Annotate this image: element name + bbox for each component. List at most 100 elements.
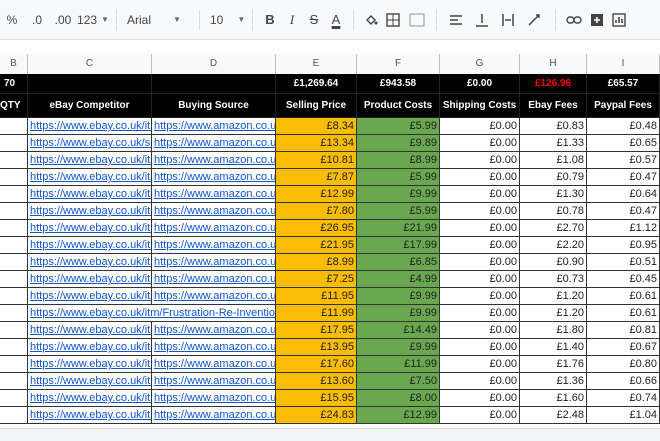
paypal-fee-cell[interactable]: £0.45 — [587, 271, 660, 288]
selling-price-cell[interactable]: £10.81 — [276, 152, 357, 169]
shipping-cost-cell[interactable]: £0.00 — [440, 390, 520, 407]
italic-button[interactable]: I — [281, 6, 303, 34]
product-cost-cell[interactable]: £12.99 — [357, 407, 440, 424]
product-cost-cell[interactable]: £7.50 — [357, 373, 440, 390]
qty-cell[interactable] — [0, 118, 28, 135]
ebay-fee-cell[interactable]: £1.60 — [520, 390, 587, 407]
total-cell[interactable] — [28, 74, 152, 94]
ebay-competitor-link[interactable]: https://www.ebay.co.uk/itm — [28, 118, 152, 135]
ebay-competitor-link[interactable]: https://www.ebay.co.uk/itm — [28, 220, 152, 237]
total-product-costs-cell[interactable]: £943.58 — [357, 74, 440, 94]
shipping-cost-cell[interactable]: £0.00 — [440, 322, 520, 339]
shipping-cost-cell[interactable]: £0.00 — [440, 356, 520, 373]
bold-button[interactable]: B — [259, 6, 281, 34]
qty-cell[interactable] — [0, 152, 28, 169]
paypal-fee-cell[interactable]: £0.80 — [587, 356, 660, 373]
shipping-cost-cell[interactable]: £0.00 — [440, 237, 520, 254]
paypal-fee-cell[interactable]: £0.47 — [587, 169, 660, 186]
column-header-e[interactable]: E — [276, 54, 357, 74]
product-cost-cell[interactable]: £11.99 — [357, 356, 440, 373]
buying-source-link[interactable]: https://www.amazon.co.uk — [152, 118, 276, 135]
qty-header[interactable]: QTY — [0, 94, 28, 118]
font-size-select[interactable]: 10 ▼ — [206, 6, 246, 34]
ebay-competitor-link[interactable]: https://www.ebay.co.uk/itm — [28, 339, 152, 356]
ebay-competitor-link[interactable]: https://www.ebay.co.uk/itm — [28, 254, 152, 271]
ebay-competitor-link[interactable]: https://www.ebay.co.uk/sch — [28, 135, 152, 152]
ebay-competitor-link[interactable]: https://www.ebay.co.uk/itm — [28, 390, 152, 407]
selling-price-cell[interactable]: £24.83 — [276, 407, 357, 424]
product-cost-cell[interactable]: £14.49 — [357, 322, 440, 339]
total-shipping-costs-cell[interactable]: £0.00 — [440, 74, 520, 94]
ebay-fee-cell[interactable]: £1.76 — [520, 356, 587, 373]
selling-price-cell[interactable]: £26.95 — [276, 220, 357, 237]
shipping-cost-cell[interactable]: £0.00 — [440, 407, 520, 424]
qty-cell[interactable] — [0, 254, 28, 271]
column-header-d[interactable]: D — [152, 54, 276, 74]
column-header-c[interactable]: C — [28, 54, 152, 74]
product-cost-cell[interactable]: £9.99 — [357, 339, 440, 356]
ebay-fee-cell[interactable]: £0.79 — [520, 169, 587, 186]
ebay-fee-cell[interactable]: £0.73 — [520, 271, 587, 288]
shipping-cost-cell[interactable]: £0.00 — [440, 135, 520, 152]
shipping-cost-cell[interactable]: £0.00 — [440, 288, 520, 305]
ebay-competitor-link[interactable]: https://www.ebay.co.uk/itm — [28, 271, 152, 288]
product-cost-cell[interactable]: £9.89 — [357, 135, 440, 152]
qty-cell[interactable] — [0, 288, 28, 305]
column-header-b[interactable]: B — [0, 54, 28, 74]
ebay-competitor-link[interactable]: https://www.ebay.co.uk/itm — [28, 169, 152, 186]
paypal-fee-cell[interactable]: £0.57 — [587, 152, 660, 169]
ebay-fee-cell[interactable]: £2.48 — [520, 407, 587, 424]
ebay-fee-cell[interactable]: £0.90 — [520, 254, 587, 271]
paypal-fee-cell[interactable]: £0.81 — [587, 322, 660, 339]
paypal-fee-cell[interactable]: £1.04 — [587, 407, 660, 424]
product-cost-cell[interactable]: £5.99 — [357, 203, 440, 220]
ebay-competitor-link[interactable]: https://www.ebay.co.uk/itm — [28, 288, 152, 305]
ebay-competitor-link[interactable]: https://www.ebay.co.uk/itm — [28, 203, 152, 220]
qty-cell[interactable] — [0, 390, 28, 407]
borders-icon[interactable] — [382, 6, 404, 34]
increase-decimals-button[interactable]: .00 — [50, 6, 76, 34]
product-cost-cell[interactable]: £21.99 — [357, 220, 440, 237]
buying-source-link[interactable]: https://www.amazon.co.uk — [152, 220, 276, 237]
buying-source-link[interactable]: https://www.amazon.co.uk — [152, 203, 276, 220]
qty-cell[interactable] — [0, 373, 28, 390]
shipping-costs-header[interactable]: Shipping Costs — [440, 94, 520, 118]
shipping-cost-cell[interactable]: £0.00 — [440, 271, 520, 288]
ebay-competitor-link[interactable]: https://www.ebay.co.uk/itm — [28, 407, 152, 424]
vertical-align-icon[interactable] — [469, 6, 495, 34]
strikethrough-button[interactable]: S — [303, 6, 325, 34]
selling-price-header[interactable]: Selling Price — [276, 94, 357, 118]
buying-source-link[interactable]: https://www.amazon.co.uk — [152, 186, 276, 203]
ebay-competitor-header[interactable]: eBay Competitor — [28, 94, 152, 118]
buying-source-link[interactable]: https://www.amazon.co.uk — [152, 152, 276, 169]
ebay-competitor-link[interactable]: https://www.ebay.co.uk/itm — [28, 186, 152, 203]
selling-price-cell[interactable]: £21.95 — [276, 237, 357, 254]
buying-source-link[interactable]: https://www.amazon.co.uk — [152, 271, 276, 288]
ebay-fee-cell[interactable]: £0.83 — [520, 118, 587, 135]
selling-price-cell[interactable]: £15.95 — [276, 390, 357, 407]
chart-icon[interactable] — [608, 6, 630, 34]
product-cost-cell[interactable]: £6.85 — [357, 254, 440, 271]
qty-cell[interactable] — [0, 305, 28, 322]
buying-source-link[interactable]: https://www.amazon.co.uk — [152, 373, 276, 390]
column-header-f[interactable]: F — [357, 54, 440, 74]
paypal-fee-cell[interactable]: £0.64 — [587, 186, 660, 203]
ebay-competitor-link[interactable]: https://www.ebay.co.uk/itm — [28, 373, 152, 390]
qty-cell[interactable] — [0, 186, 28, 203]
ebay-fee-cell[interactable]: £1.08 — [520, 152, 587, 169]
text-wrap-icon[interactable] — [495, 6, 521, 34]
ebay-fees-header[interactable]: Ebay Fees — [520, 94, 587, 118]
ebay-fee-cell[interactable]: £1.30 — [520, 186, 587, 203]
selling-price-cell[interactable]: £17.60 — [276, 356, 357, 373]
ebay-competitor-link[interactable]: https://www.ebay.co.uk/itm — [28, 356, 152, 373]
buying-source-link[interactable]: https://www.amazon.co.uk — [152, 339, 276, 356]
font-select[interactable]: Arial ▼ — [123, 6, 193, 34]
total-ebay-fees-cell[interactable]: £126.96 — [520, 74, 587, 94]
selling-price-cell[interactable]: £12.99 — [276, 186, 357, 203]
product-cost-cell[interactable]: £17.99 — [357, 237, 440, 254]
product-cost-cell[interactable]: £8.00 — [357, 390, 440, 407]
shipping-cost-cell[interactable]: £0.00 — [440, 169, 520, 186]
shipping-cost-cell[interactable]: £0.00 — [440, 373, 520, 390]
product-cost-cell[interactable]: £8.99 — [357, 152, 440, 169]
paypal-fees-header[interactable]: Paypal Fees — [587, 94, 660, 118]
